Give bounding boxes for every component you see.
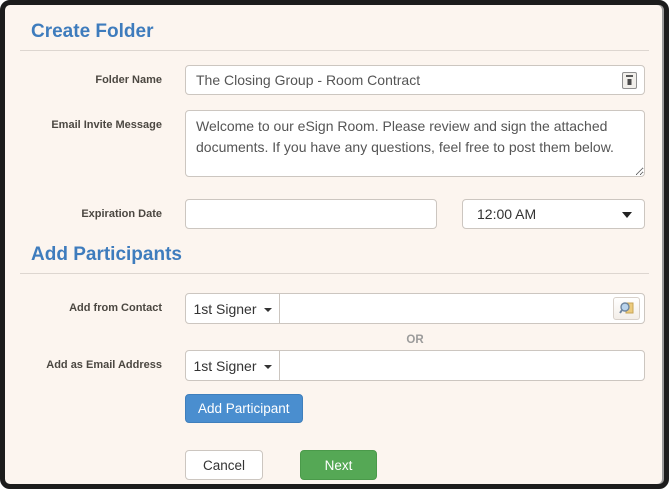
- contact-search-input[interactable]: [279, 293, 645, 324]
- magnifier-glyph: [619, 301, 635, 316]
- dialog-footer: Cancel Next: [185, 450, 649, 480]
- or-label: OR: [185, 334, 645, 346]
- expiration-date-label: Expiration Date: [20, 199, 162, 221]
- email-invite-row: Email Invite Message Welcome to our eSig…: [20, 110, 649, 182]
- folder-name-row: Folder Name: [20, 65, 649, 95]
- expiration-row: Expiration Date 12:00 AM: [20, 199, 649, 229]
- add-from-contact-label: Add from Contact: [20, 293, 162, 315]
- add-participant-button[interactable]: Add Participant: [185, 394, 303, 423]
- autofill-icon-glyph: [625, 75, 634, 86]
- search-contact-icon[interactable]: [613, 297, 640, 320]
- expiration-time-value: 12:00 AM: [477, 206, 536, 222]
- email-invite-label: Email Invite Message: [20, 110, 162, 132]
- add-as-email-row: Add as Email Address 1st Signer: [20, 350, 649, 381]
- autofill-icon[interactable]: [622, 72, 637, 89]
- add-as-email-label: Add as Email Address: [20, 350, 162, 372]
- add-from-contact-row: Add from Contact 1st Signer: [20, 293, 649, 324]
- chevron-down-icon: [264, 365, 272, 369]
- add-participant-row: Add Participant: [20, 394, 649, 423]
- section-title-create-folder: Create Folder: [20, 5, 649, 51]
- create-folder-dialog: Create Folder Folder Name Email Invite M…: [0, 0, 669, 489]
- contact-role-value: 1st Signer: [193, 301, 256, 317]
- contact-role-select[interactable]: 1st Signer: [185, 293, 280, 324]
- email-role-select[interactable]: 1st Signer: [185, 350, 280, 381]
- email-role-value: 1st Signer: [193, 358, 256, 374]
- next-button[interactable]: Next: [300, 450, 377, 480]
- or-separator-row: OR: [20, 334, 649, 346]
- folder-name-input[interactable]: [185, 65, 645, 95]
- chevron-down-icon: [622, 212, 632, 218]
- cancel-button[interactable]: Cancel: [185, 450, 263, 480]
- expiration-date-input[interactable]: [185, 199, 437, 229]
- chevron-down-icon: [264, 308, 272, 312]
- expiration-time-select[interactable]: 12:00 AM: [462, 199, 645, 229]
- section-title-add-participants: Add Participants: [20, 229, 649, 274]
- folder-name-label: Folder Name: [20, 65, 162, 87]
- email-address-input[interactable]: [279, 350, 645, 381]
- email-invite-textarea[interactable]: Welcome to our eSign Room. Please review…: [185, 110, 645, 177]
